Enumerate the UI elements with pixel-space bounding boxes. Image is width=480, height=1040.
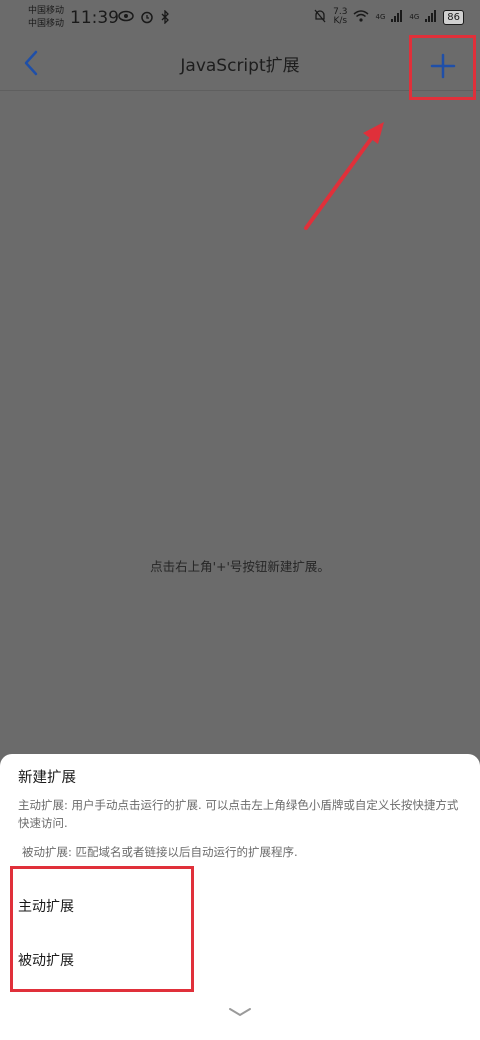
battery-indicator: 86 [443,9,464,25]
empty-state-hint: 点击右上角'+'号按钮新建扩展。 [150,559,330,574]
eye-icon [118,10,134,28]
clock: 11:39 [70,8,119,28]
net-speed-unit: K/s [333,16,348,26]
alarm-icon [140,10,154,28]
collapse-handle[interactable] [226,1004,254,1018]
signal-2-label: 4G [409,13,420,21]
passive-extension-description: 被动扩展: 匹配域名或者链接以后自动运行的扩展程序. [22,845,298,859]
signal-1-icon [391,9,403,25]
signal-2-icon [425,9,437,25]
sheet-title: 新建扩展 [18,770,76,786]
carrier-labels: 中国移动 中国移动 [28,5,64,31]
mute-bell-icon [313,9,327,26]
active-extension-description: 主动扩展: 用户手动点击运行的扩展. 可以点击左上角绿色小盾牌或自定义长按快捷方… [18,798,459,830]
app-bar: JavaScript扩展 [0,36,480,91]
status-icons-left [118,9,170,28]
wifi-icon [353,9,369,25]
net-speed: 7.3 K/s [333,8,347,26]
carrier-1: 中国移动 [28,6,65,16]
carrier-2: 中国移动 [28,19,65,29]
bluetooth-icon [160,9,170,28]
options-highlight [10,866,194,992]
status-bar: 中国移动 中国移动 11:39 7.3 K/s 4G 4G 86 [0,0,480,36]
page-title: JavaScript扩展 [180,56,300,76]
signal-1-label: 4G [375,13,386,21]
add-button-highlight [409,35,476,100]
annotation-arrow-icon [304,122,384,230]
status-icons-right: 7.3 K/s 4G 4G 86 [313,8,464,26]
chevron-down-icon [229,1008,251,1017]
